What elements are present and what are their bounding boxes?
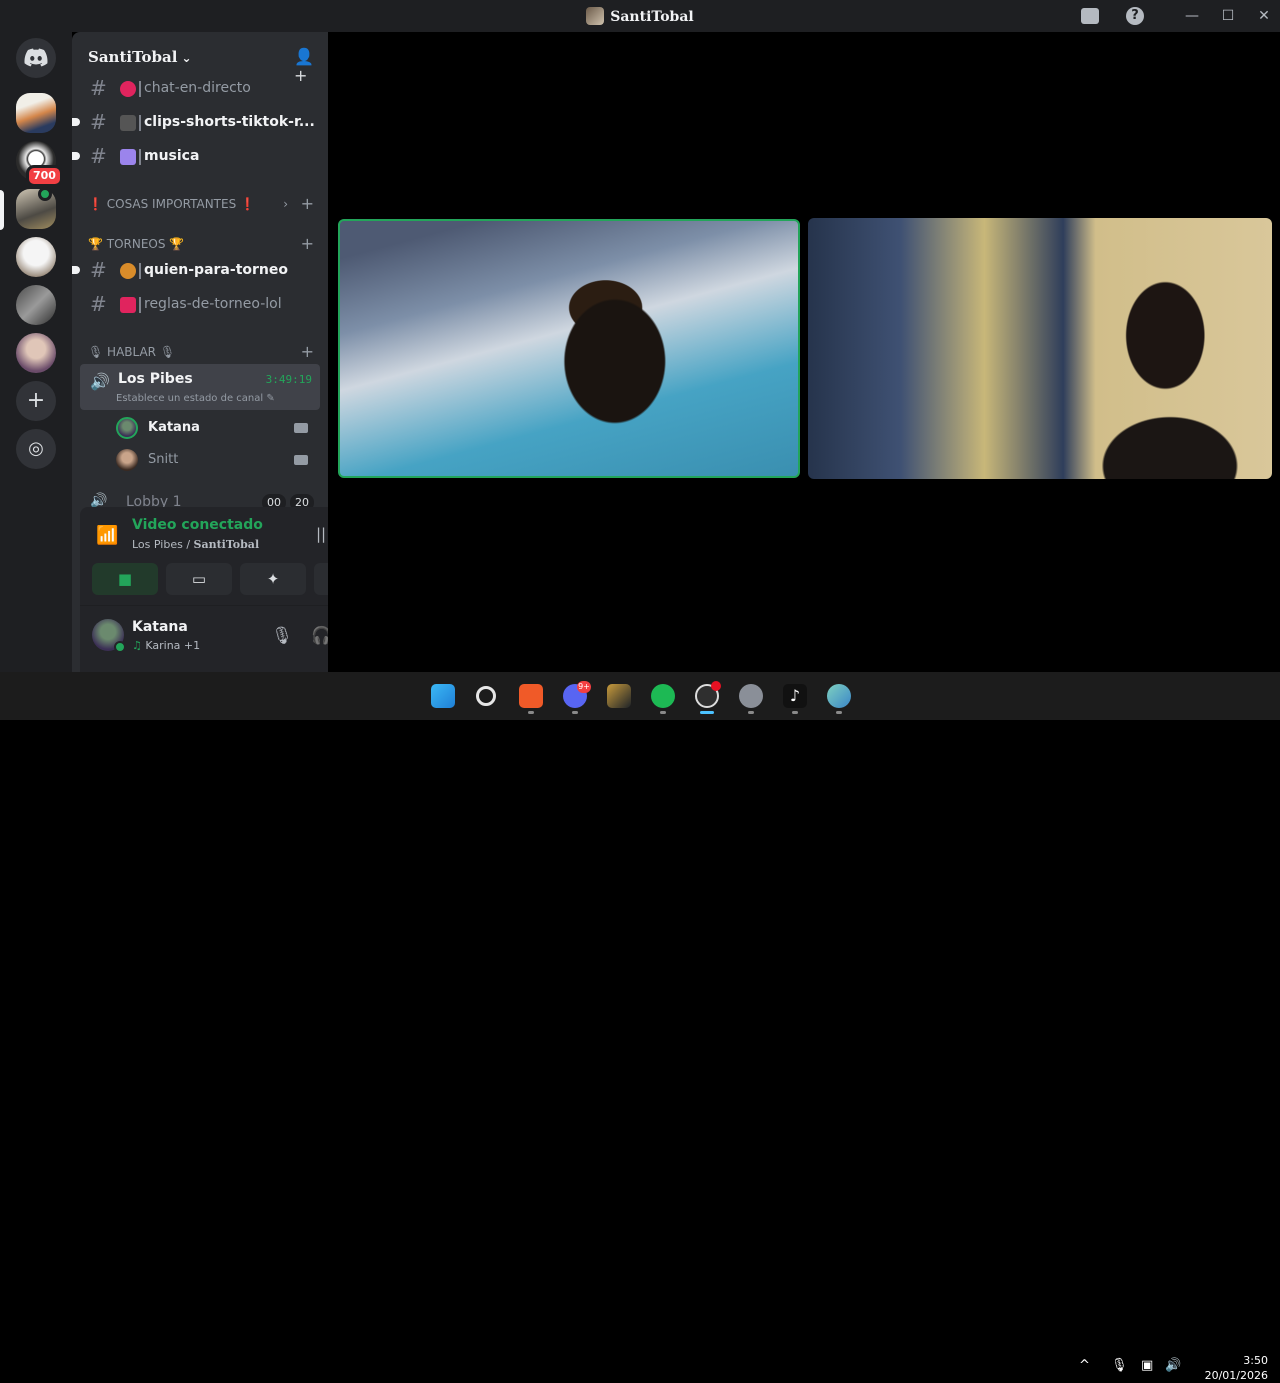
voice-active-icon bbox=[38, 187, 52, 201]
voice-user-katana[interactable]: Katana bbox=[116, 415, 316, 443]
settings-app-icon[interactable] bbox=[739, 684, 763, 708]
system-clock[interactable]: 3:50 20/01/2026 bbox=[1192, 1353, 1268, 1383]
camera-emoji-icon bbox=[120, 115, 136, 131]
microphone-icon[interactable]: 🎙 bbox=[266, 620, 298, 652]
discord-notification-badge: 9+ bbox=[577, 681, 591, 693]
screen-share-icon: ▭ bbox=[191, 570, 207, 588]
unread-indicator bbox=[72, 118, 80, 126]
help-icon[interactable]: ? bbox=[1124, 5, 1146, 27]
avatar bbox=[116, 449, 138, 471]
channel-status-hint[interactable]: Establece un estado de canal ✎ bbox=[116, 393, 275, 404]
channel-clips[interactable]: # clips-shorts-tiktok-r... bbox=[72, 107, 320, 139]
start-icon[interactable] bbox=[431, 684, 455, 708]
recording-indicator-icon bbox=[711, 681, 721, 691]
voice-connection-status[interactable]: Video conectado bbox=[132, 517, 263, 533]
server-icon-4[interactable] bbox=[16, 237, 56, 277]
hash-icon: # bbox=[90, 258, 107, 282]
server-name: SantiTobal bbox=[88, 48, 178, 66]
minimize-button[interactable]: — bbox=[1181, 5, 1203, 27]
server-icon-5[interactable] bbox=[16, 285, 56, 325]
video-camera-icon bbox=[294, 423, 308, 433]
add-server-icon[interactable]: + bbox=[16, 381, 56, 421]
username: Katana bbox=[132, 619, 188, 635]
video-tile-snitt[interactable] bbox=[808, 218, 1272, 479]
search-icon[interactable] bbox=[476, 686, 496, 706]
server-avatar-icon bbox=[586, 7, 605, 25]
server-icon-6[interactable] bbox=[16, 333, 56, 373]
user-activity: ♫ Karina +1 bbox=[132, 639, 201, 652]
unread-indicator bbox=[72, 266, 80, 274]
activities-icon: ✦ bbox=[266, 570, 280, 588]
create-channel-icon[interactable]: + bbox=[301, 234, 314, 253]
channel-quien-para-torneo[interactable]: # quien-para-torneo bbox=[72, 255, 320, 287]
red-circle-icon bbox=[120, 81, 136, 97]
selected-server-pill bbox=[0, 190, 4, 230]
category-hablar[interactable]: 🎙 HABLAR 🎙 + bbox=[88, 342, 318, 362]
video-stage bbox=[328, 32, 1280, 672]
spotify-icon[interactable] bbox=[651, 684, 675, 708]
online-status-icon bbox=[114, 641, 126, 653]
noise-suppression-icon[interactable]: ||| bbox=[316, 525, 328, 543]
league-of-legends-icon[interactable] bbox=[607, 684, 631, 708]
chevron-down-icon: ⌄ bbox=[181, 51, 192, 65]
hash-icon: # bbox=[90, 110, 107, 134]
signal-icon: 📶 bbox=[96, 525, 119, 546]
chevron-right-icon: › bbox=[283, 197, 288, 211]
headset-icon[interactable]: 🎧 bbox=[306, 620, 328, 652]
video-camera-icon bbox=[294, 455, 308, 465]
unread-indicator bbox=[72, 152, 80, 160]
server-icon-1[interactable] bbox=[16, 93, 56, 133]
title-bar: SantiTobal ? — ☐ ✕ bbox=[0, 0, 1280, 32]
medal-icon bbox=[120, 263, 136, 279]
hash-icon: # bbox=[90, 76, 107, 100]
pushpin-icon bbox=[120, 297, 136, 313]
channel-reglas-de-torneo-lol[interactable]: # reglas-de-torneo-lol bbox=[80, 289, 320, 321]
volume-icon[interactable]: 🔊 bbox=[1165, 1358, 1181, 1373]
discord-home-icon[interactable] bbox=[16, 38, 56, 78]
category-torneos[interactable]: 🏆 TORNEOS 🏆 + bbox=[88, 234, 318, 254]
video-camera-icon: ■ bbox=[117, 570, 133, 588]
soundboard-button[interactable]: ♪ bbox=[314, 563, 328, 595]
channel-musica[interactable]: # musica bbox=[72, 141, 320, 173]
voice-connection-location[interactable]: Los Pibes / SantiTobal bbox=[132, 538, 259, 551]
maximize-button[interactable]: ☐ bbox=[1217, 5, 1239, 27]
voice-timer: 3:49:19 bbox=[265, 373, 312, 386]
voice-user-snitt[interactable]: Snitt bbox=[116, 447, 316, 475]
tiktok-icon[interactable]: ♪ bbox=[783, 684, 807, 708]
music-note-icon: ♫ bbox=[132, 639, 146, 652]
voice-and-user-panel: 📶 Video conectado Los Pibes / SantiTobal… bbox=[80, 507, 328, 672]
network-icon[interactable]: ▣ bbox=[1141, 1358, 1153, 1373]
video-tile-katana[interactable] bbox=[338, 219, 800, 478]
hash-icon: # bbox=[90, 144, 107, 168]
mention-badge: 700 bbox=[26, 165, 63, 187]
music-note-icon bbox=[120, 149, 136, 165]
invite-people-icon[interactable]: 👤+ bbox=[294, 47, 314, 85]
share-screen-button[interactable]: ▭ bbox=[166, 563, 232, 595]
microphone-tray-icon[interactable]: 🎙 bbox=[1111, 1358, 1128, 1373]
discover-icon[interactable]: ◎ bbox=[16, 429, 56, 469]
brave-browser-icon[interactable] bbox=[519, 684, 543, 708]
create-channel-icon[interactable]: + bbox=[301, 342, 314, 361]
activities-button[interactable]: ✦ bbox=[240, 563, 306, 595]
close-button[interactable]: ✕ bbox=[1253, 5, 1275, 27]
windows-taskbar: ♪ ^ 🎙 ▣ 🔊 3:50 20/01/2026 bbox=[0, 672, 1280, 1382]
category-cosas-importantes[interactable]: ❗ COSAS IMPORTANTES ❗ › + bbox=[88, 194, 318, 214]
create-channel-icon[interactable]: + bbox=[301, 194, 314, 213]
channel-sidebar: SantiTobal ⌄ 👤+ # chat-en-directo # clips… bbox=[72, 32, 328, 672]
inbox-icon[interactable] bbox=[1079, 5, 1101, 27]
camera-button[interactable]: ■ bbox=[92, 563, 158, 595]
channel-chat-en-directo[interactable]: # chat-en-directo bbox=[80, 73, 320, 105]
show-hidden-icons-icon[interactable]: ^ bbox=[1079, 1358, 1090, 1373]
hash-icon: # bbox=[90, 292, 107, 316]
app-icon[interactable] bbox=[827, 684, 851, 708]
speaker-icon: 🔊 bbox=[90, 372, 110, 391]
server-list: 700 + ◎ bbox=[0, 32, 72, 672]
voice-channel-los-pibes[interactable]: 🔊 Los Pibes 3:49:19 Establece un estado … bbox=[80, 364, 320, 410]
avatar bbox=[116, 417, 138, 439]
